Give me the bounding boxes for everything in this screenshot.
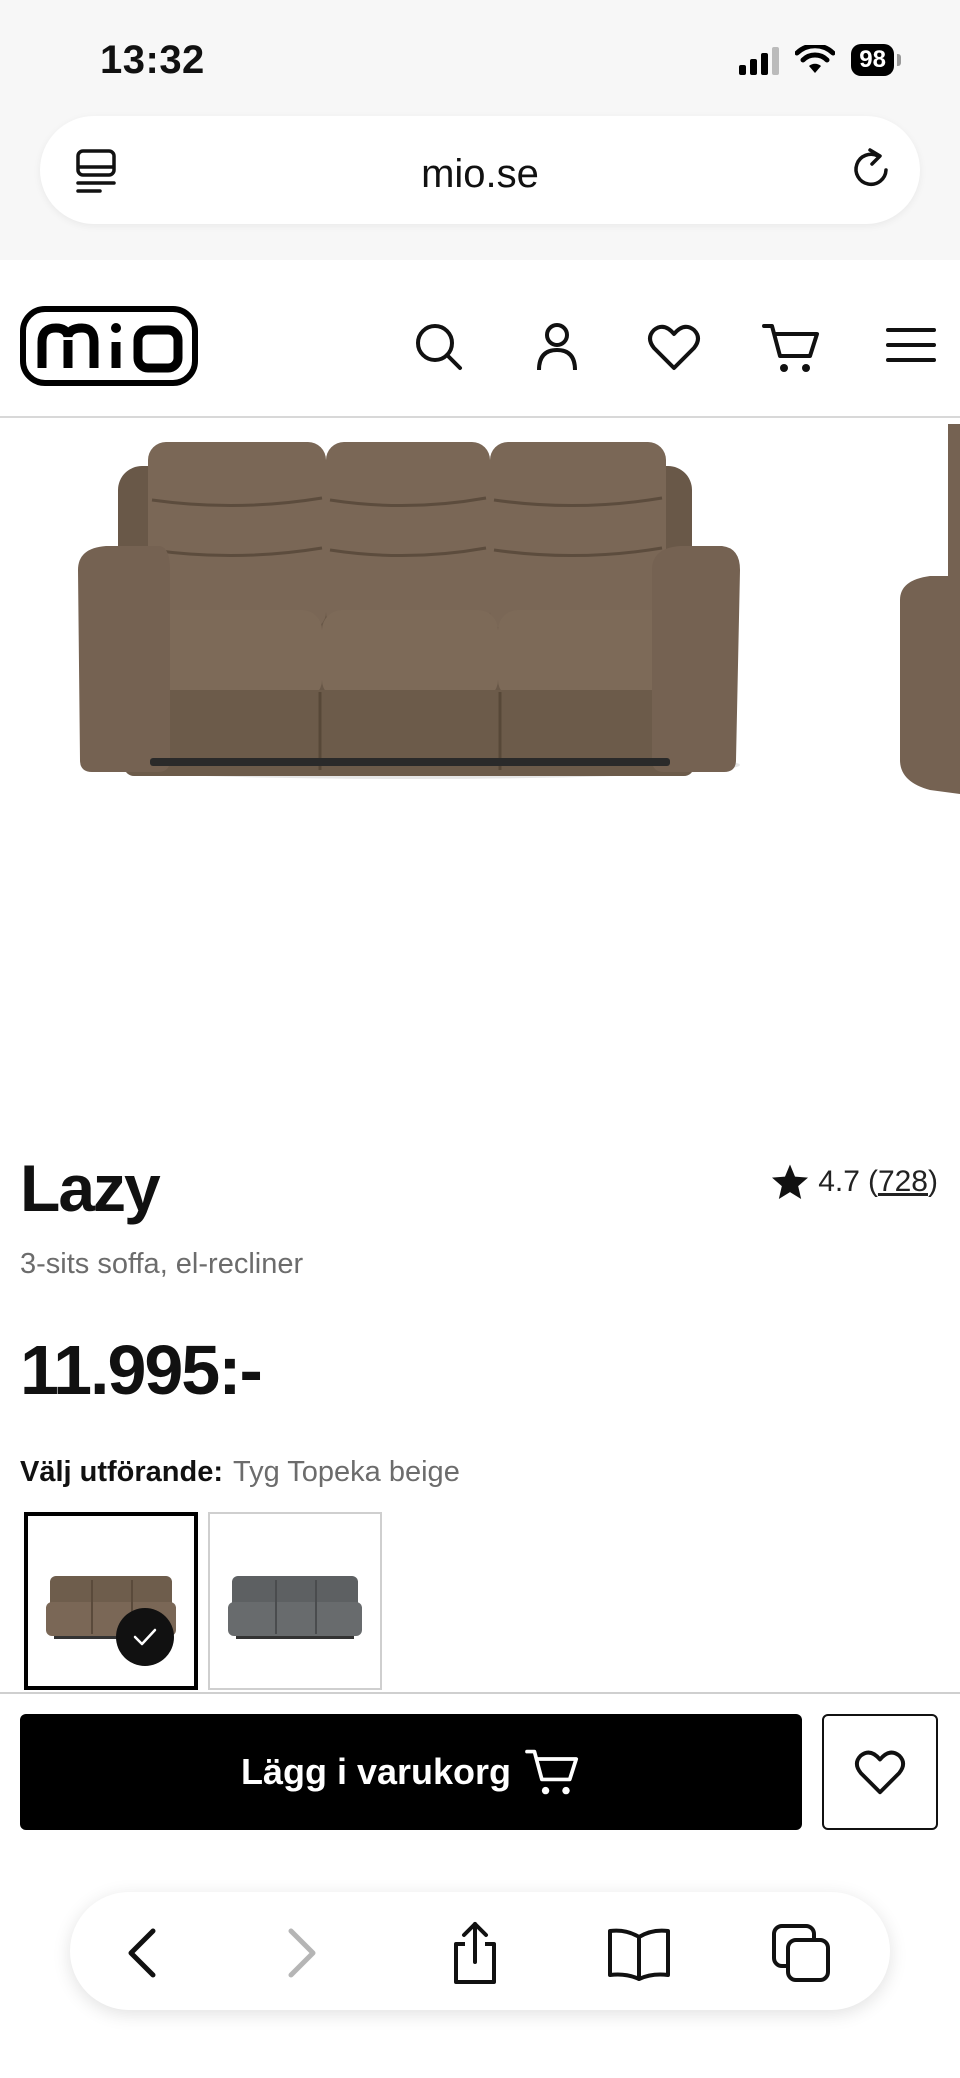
add-to-cart-button[interactable]: Lägg i varukorg [20,1714,802,1830]
tabs-button[interactable] [766,1918,836,1988]
variant-swatch-beige[interactable] [24,1512,198,1690]
product-subtitle: 3-sits soffa, el-recliner [20,1248,304,1280]
review-count-open: ( [867,1165,878,1198]
site-header [0,260,960,418]
cellular-signal-icon [739,45,780,75]
product-price: 11.995:- [20,1331,263,1409]
back-button[interactable] [108,1918,178,1988]
share-icon [454,1922,496,1984]
review-count-close: ) [928,1165,938,1198]
book-icon [608,1928,670,1981]
product-image-sofa [78,424,960,794]
variant-selector-label: Välj utförande: Tyg Topeka beige [20,1456,460,1489]
status-bar: 13:32 98 [0,0,960,110]
wifi-icon [795,45,836,73]
url-text[interactable]: mio.se [40,152,920,197]
tabs-icon [772,1924,830,1982]
forward-button[interactable] [266,1918,336,1988]
browser-toolbar [0,1860,960,2078]
cart-icon [525,1749,579,1795]
address-bar[interactable]: mio.se [40,116,920,224]
star-icon [772,1164,809,1199]
browser-chrome: mio.se [0,110,960,260]
rating-value: 4.7 [818,1165,860,1198]
product-title: Lazy [20,1151,161,1225]
variant-value: Tyg Topeka beige [233,1456,460,1488]
bookmarks-button[interactable] [604,1918,674,1988]
product-rating: 4.7 (728) [770,1162,938,1202]
review-count[interactable]: (728) [868,1165,938,1199]
variant-thumbnail-grey [228,1576,362,1639]
status-time: 13:32 [100,38,205,82]
heart-icon[interactable] [646,320,702,374]
battery-indicator: 98 [851,44,901,76]
selected-check-icon [116,1608,174,1666]
variant-swatch-grey[interactable] [208,1512,382,1690]
share-button[interactable] [440,1918,510,1988]
add-to-cart-label: Lägg i varukorg [240,1751,512,1792]
menu-icon[interactable] [886,320,936,370]
chevron-right-icon [288,1928,316,1978]
variant-label: Välj utförande: [20,1456,224,1488]
account-icon[interactable] [530,320,584,374]
mio-logo[interactable] [20,306,198,386]
browser-toolbar-pill [70,1892,890,2010]
cart-icon[interactable] [762,320,822,376]
status-icons: 98 [739,44,901,76]
chevron-left-icon [128,1928,156,1978]
sticky-bar-divider [0,1692,960,1694]
add-to-wishlist-button[interactable] [822,1714,938,1830]
heart-icon [854,1750,906,1795]
search-icon[interactable] [412,320,466,374]
reload-icon[interactable] [848,146,894,192]
review-count-link[interactable]: 728 [878,1165,928,1198]
product-image-carousel[interactable] [0,420,960,1100]
variant-thumbnail-beige [46,1576,176,1639]
